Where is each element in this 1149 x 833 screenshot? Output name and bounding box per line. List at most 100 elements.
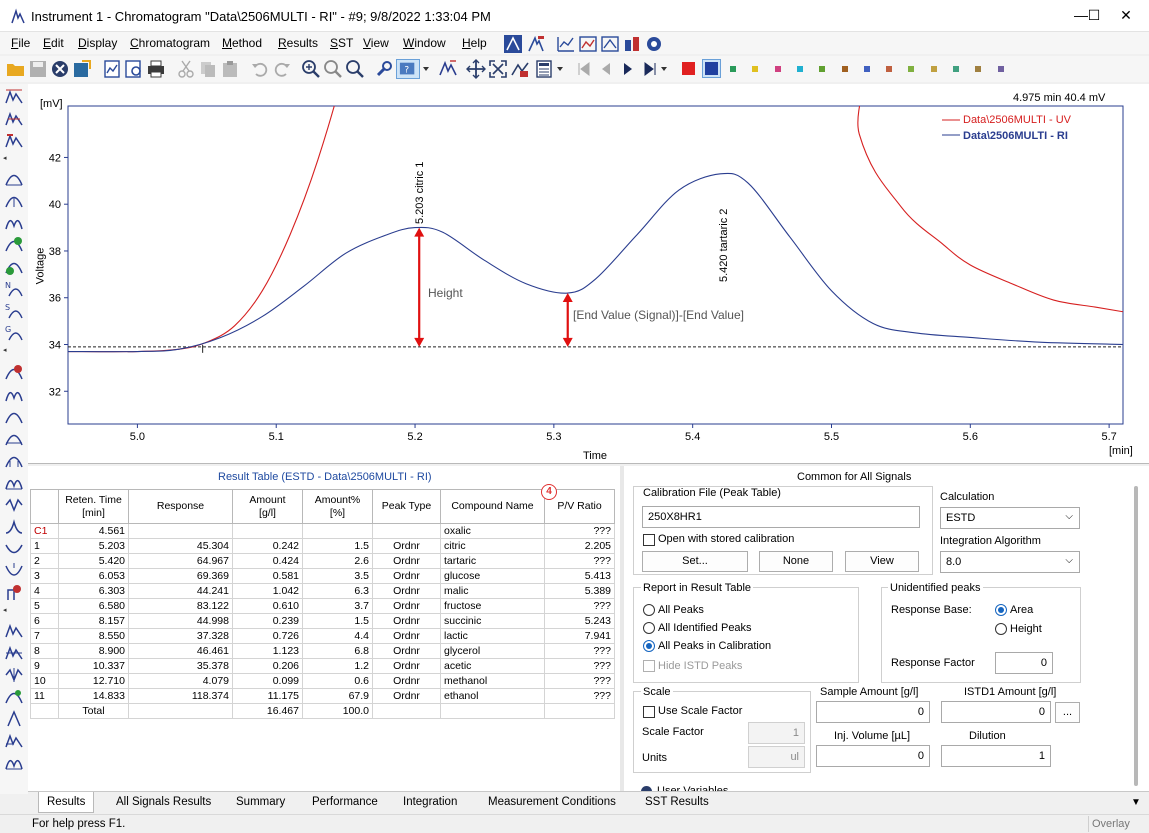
calibration-edit-icon[interactable]	[526, 34, 546, 54]
last-icon[interactable]	[640, 59, 660, 79]
save-icon[interactable]	[28, 59, 48, 79]
color-swatch[interactable]	[841, 66, 848, 72]
col-header-peak-type[interactable]: Peak Type	[372, 489, 441, 524]
dilution-field[interactable]: 1	[941, 745, 1051, 767]
calculation-select[interactable]: ESTD ⌵	[940, 507, 1080, 529]
chevron-down-icon[interactable]	[556, 64, 564, 74]
color-swatch[interactable]	[863, 66, 870, 72]
color-swatch[interactable]	[908, 66, 915, 72]
tab-all-signals-results[interactable]: All Signals Results	[108, 794, 219, 810]
baseline-tool-icon-2[interactable]	[5, 408, 23, 426]
baseline-tool-icon-1[interactable]	[5, 386, 23, 404]
reintegrate-icon-4[interactable]	[5, 688, 23, 706]
scroll-thumb[interactable]	[1134, 486, 1138, 786]
menu-window[interactable]: Window	[403, 36, 446, 50]
integration-mode-icon[interactable]: ?	[396, 59, 420, 79]
calibration-file-field[interactable]: 250X8HR1	[642, 506, 920, 528]
report-icon[interactable]	[102, 59, 122, 79]
close-file-icon[interactable]	[50, 59, 70, 79]
chevron-down-icon[interactable]	[660, 64, 668, 74]
baseline-tool-icon-5[interactable]	[5, 474, 23, 492]
table-row[interactable]: 5 6.580 83.122 0.610 3.7 Ordnr fructose???	[30, 598, 615, 614]
color-swatch-red[interactable]	[682, 62, 695, 75]
signal-tools-icon[interactable]	[510, 59, 530, 79]
menu-chromatogram[interactable]: Chromatogram	[130, 36, 210, 50]
sample-amount-field[interactable]: 0	[816, 701, 930, 723]
collapse-arrow-icon[interactable]: ◂	[3, 346, 25, 355]
none-button[interactable]: None	[759, 551, 833, 572]
target-icon[interactable]	[644, 34, 664, 54]
response-factor-field[interactable]: 0	[995, 652, 1053, 674]
peak-tool-icon-1[interactable]	[5, 88, 23, 106]
menu-help[interactable]: Help	[462, 36, 487, 50]
calculator-icon[interactable]	[534, 59, 554, 79]
right-panel-scrollbar[interactable]	[1134, 486, 1140, 786]
redo-icon[interactable]	[272, 59, 292, 79]
table-row[interactable]: 11 14.833 118.374 11.175 67.9 Ordnr ethanol???	[30, 688, 615, 704]
reintegrate-icon-5[interactable]	[5, 710, 23, 728]
color-swatch[interactable]	[730, 66, 736, 72]
first-icon[interactable]	[574, 59, 594, 79]
all-identified-radio[interactable]	[643, 622, 655, 634]
cut-icon[interactable]	[176, 59, 196, 79]
col-header-amount[interactable]: Amount [g/l]	[232, 489, 303, 524]
panel-splitter[interactable]	[620, 466, 624, 794]
peak-icon[interactable]	[438, 59, 458, 79]
menu-results[interactable]: Results	[278, 36, 318, 50]
zoom-out-icon[interactable]	[323, 59, 343, 79]
color-swatch[interactable]	[975, 66, 982, 72]
area-radio[interactable]	[995, 604, 1007, 616]
print-preview-icon[interactable]	[124, 59, 144, 79]
units-field[interactable]: ul	[748, 746, 805, 768]
color-swatch[interactable]	[953, 66, 959, 72]
istd-amount-field[interactable]: 0	[941, 701, 1051, 723]
table-row[interactable]: 4 6.303 44.241 1.042 6.3 Ordnr malic 5.389	[30, 583, 615, 599]
menu-method[interactable]: Method	[222, 36, 262, 50]
chevron-down-icon[interactable]	[422, 64, 430, 74]
height-radio[interactable]	[995, 623, 1007, 635]
table-row[interactable]: 1 5.203 45.304 0.242 1.5 Ordnr citric 2.205	[30, 538, 615, 554]
hide-istd-checkbox[interactable]	[643, 660, 655, 672]
reintegrate-icon-7[interactable]	[5, 754, 23, 772]
undo-icon[interactable]	[250, 59, 270, 79]
next-icon[interactable]	[618, 59, 638, 79]
open-stored-checkbox[interactable]	[643, 534, 655, 546]
open-folder-icon[interactable]	[6, 59, 26, 79]
col-header-amount-pct[interactable]: Amount% [%]	[302, 489, 373, 524]
integration-tool-icon-3[interactable]	[5, 214, 23, 232]
calibration-icon[interactable]	[503, 34, 523, 54]
table-row[interactable]: 10 12.710 4.079 0.099 0.6 Ordnr methanol???	[30, 673, 615, 689]
table-row[interactable]: 7 8.550 37.328 0.726 4.4 Ordnr lactic 7.941	[30, 628, 615, 644]
tabs-scroll-down-icon[interactable]: ▼	[1131, 797, 1141, 808]
table-row[interactable]: 8 8.900 46.461 1.123 6.8 Ordnr glycerol???	[30, 643, 615, 659]
export-icon[interactable]	[72, 59, 92, 79]
add-peak-icon[interactable]	[5, 236, 23, 254]
color-swatch[interactable]	[930, 66, 937, 72]
zoom-in-icon[interactable]	[301, 59, 321, 79]
inj-volume-field[interactable]: 0	[816, 745, 930, 767]
table-row[interactable]: 9 10.337 35.378 0.206 1.2 Ordnr acetic???	[30, 658, 615, 674]
chart-icon-3[interactable]	[600, 34, 620, 54]
all-peaks-radio[interactable]	[643, 604, 655, 616]
baseline-tool-icon-3[interactable]	[5, 430, 23, 448]
menu-edit[interactable]: Edit	[43, 36, 64, 50]
peak-tool-icon-2[interactable]	[5, 110, 23, 128]
peak-tool-icon-3[interactable]	[5, 132, 23, 150]
previous-icon[interactable]	[596, 59, 616, 79]
reintegrate-icon-6[interactable]	[5, 732, 23, 750]
add-peak-icon-2[interactable]	[5, 258, 23, 276]
menu-display[interactable]: Display	[78, 36, 117, 50]
delete-peak-icon[interactable]	[5, 364, 23, 382]
fullscreen-icon[interactable]	[488, 59, 508, 79]
copy-icon[interactable]	[198, 59, 218, 79]
chart-icon-2[interactable]	[578, 34, 598, 54]
color-swatch[interactable]	[886, 66, 893, 72]
menu-file[interactable]: File	[11, 36, 30, 50]
col-header-response[interactable]: Response	[128, 489, 233, 524]
slope-tool-icon[interactable]	[5, 518, 23, 536]
col-header-retention[interactable]: Reten. Time [min]	[58, 489, 129, 524]
tangent-icon-g[interactable]: G	[5, 324, 23, 342]
integration-tool-icon-2[interactable]	[5, 192, 23, 210]
table-row[interactable]: C1 4.561 oxalic???	[30, 523, 615, 539]
result-table[interactable]: Reten. Time [min] Response Amount [g/l] …	[30, 484, 615, 719]
